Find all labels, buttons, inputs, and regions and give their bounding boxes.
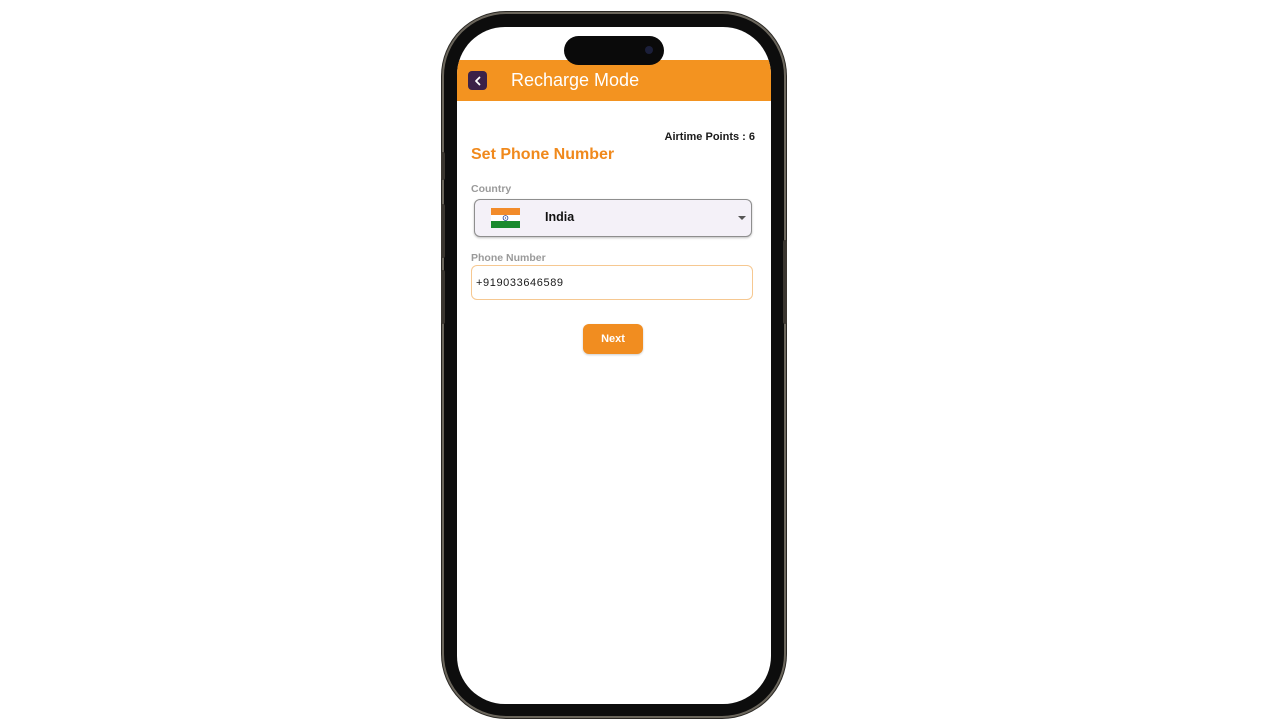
country-label: Country [471, 183, 512, 195]
phone-number-input[interactable] [471, 265, 753, 300]
phone-side-button [441, 204, 445, 258]
airtime-points: Airtime Points : 6 [664, 131, 755, 143]
phone-side-button [441, 152, 445, 180]
back-button[interactable] [468, 71, 487, 90]
next-button[interactable]: Next [583, 324, 643, 354]
chevron-down-icon [738, 216, 746, 220]
phone-side-button [441, 270, 445, 324]
camera-icon [645, 46, 653, 54]
stage: Recharge Mode Airtime Points : 6 Set Pho… [0, 0, 1280, 720]
dynamic-island [564, 36, 664, 65]
country-select[interactable]: India [474, 199, 752, 237]
chevron-left-icon [474, 76, 480, 85]
phone-screen: Recharge Mode Airtime Points : 6 Set Pho… [457, 27, 771, 704]
phone-number-label: Phone Number [471, 252, 546, 264]
phone-side-button [783, 240, 787, 324]
india-flag-icon [491, 208, 520, 228]
section-title: Set Phone Number [471, 146, 615, 163]
page-title: Recharge Mode [511, 70, 640, 90]
country-value: India [545, 210, 575, 224]
app-bar: Recharge Mode [457, 60, 771, 101]
